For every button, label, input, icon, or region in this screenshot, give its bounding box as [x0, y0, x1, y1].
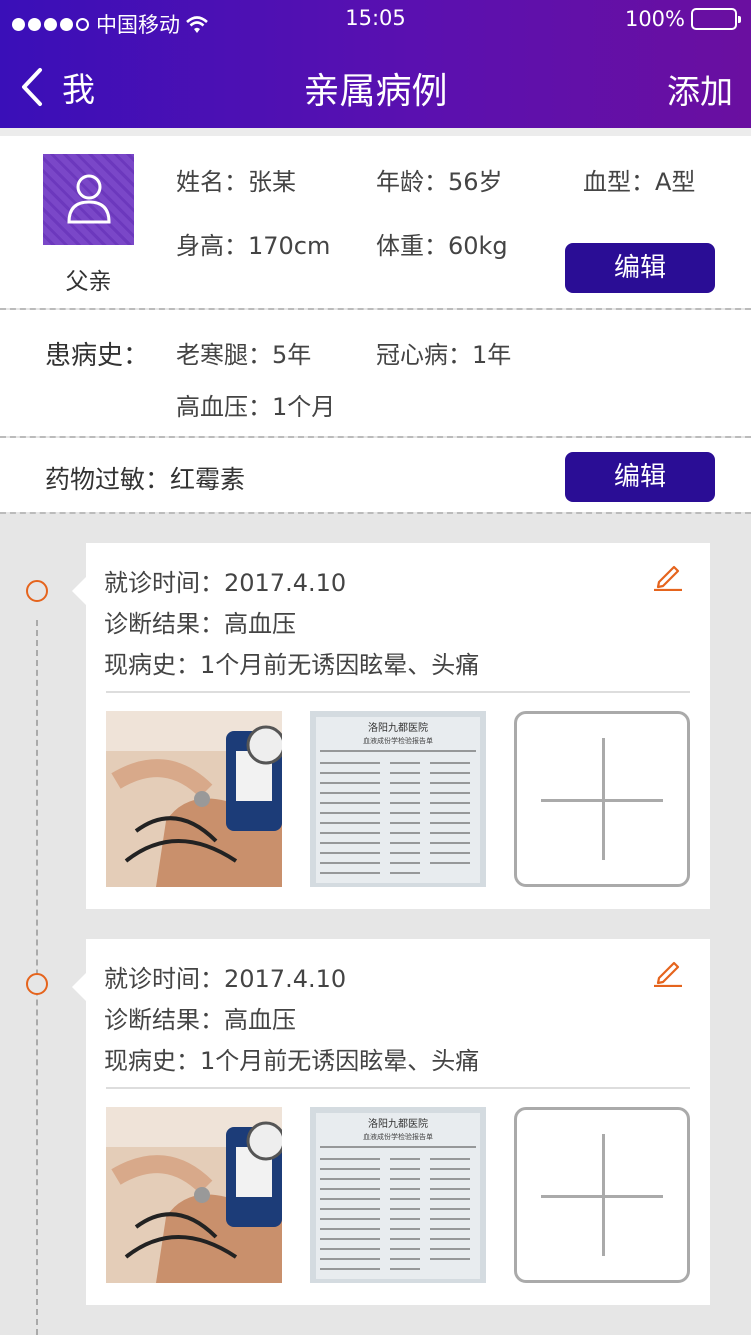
lab-report-photo[interactable]: 洛阳九都医院 血液成份学检验报告单 — [310, 1107, 486, 1283]
weight-field: 体重：60kg — [376, 232, 508, 260]
divider — [0, 512, 751, 514]
user-icon — [67, 174, 111, 224]
history-label: 患病史： — [45, 341, 150, 371]
age-field: 年龄：56岁 — [376, 168, 503, 196]
avatar[interactable] — [43, 154, 134, 245]
visit-time: 就诊时间：2017.4.10 — [104, 965, 347, 993]
timeline-node — [26, 580, 48, 602]
edit-allergy-button[interactable]: 编辑 — [565, 452, 715, 502]
timeline-node — [26, 973, 48, 995]
add-button[interactable]: 添加 — [667, 65, 733, 113]
battery-percent: 100% — [624, 7, 685, 31]
add-photo-button[interactable] — [514, 1107, 690, 1283]
add-photo-button[interactable] — [514, 711, 690, 887]
report-title: 血液成份学检验报告单 — [363, 1132, 433, 1141]
visit-time: 就诊时间：2017.4.10 — [104, 569, 347, 597]
edit-record-icon[interactable] — [652, 561, 684, 591]
history-item: 高血压：1个月 — [176, 393, 336, 421]
height-field: 身高：170cm — [176, 232, 331, 260]
name-field: 姓名：张某 — [176, 168, 296, 196]
card-divider — [106, 1087, 690, 1089]
allergy-section: 药物过敏：红霉素 编辑 — [0, 438, 751, 512]
edit-profile-button[interactable]: 编辑 — [565, 243, 715, 293]
present-illness: 现病史：1个月前无诱因眩晕、头痛 — [104, 1047, 480, 1075]
medical-record-card[interactable]: 就诊时间：2017.4.10 诊断结果：高血压 现病史：1个月前无诱因眩晕、头痛… — [72, 939, 710, 1305]
diagnosis: 诊断结果：高血压 — [104, 610, 296, 638]
profile-card: 父亲 姓名：张某 年龄：56岁 血型：A型 身高：170cm 体重：60kg 编… — [0, 128, 751, 308]
report-hospital-name: 洛阳九都医院 — [368, 721, 428, 734]
battery-status: 100% — [624, 7, 741, 31]
blood-type-field: 血型：A型 — [583, 168, 696, 196]
blood-pressure-photo[interactable] — [106, 1107, 282, 1283]
history-item: 老寒腿：5年 — [176, 341, 312, 369]
report-hospital-name: 洛阳九都医院 — [368, 1117, 428, 1130]
report-title: 血液成份学检验报告单 — [363, 736, 433, 745]
blood-pressure-photo[interactable] — [106, 711, 282, 887]
battery-icon — [691, 8, 741, 30]
medical-record-card[interactable]: 就诊时间：2017.4.10 诊断结果：高血压 现病史：1个月前无诱因眩晕、头痛… — [72, 543, 710, 909]
medical-history-section: 患病史： 老寒腿：5年 冠心病：1年 高血压：1个月 — [0, 310, 751, 436]
diagnosis: 诊断结果：高血压 — [104, 1006, 296, 1034]
nav-bar: 我 亲属病例 添加 — [0, 38, 751, 128]
edit-record-icon[interactable] — [652, 957, 684, 987]
app-header: 中国移动 15:05 100% 我 亲属病例 添加 — [0, 0, 751, 128]
page-title: 亲属病例 — [303, 71, 448, 112]
relation-label: 父亲 — [65, 269, 112, 295]
present-illness: 现病史：1个月前无诱因眩晕、头痛 — [104, 651, 480, 679]
history-item: 冠心病：1年 — [376, 341, 512, 369]
card-divider — [106, 691, 690, 693]
allergy-text: 药物过敏：红霉素 — [45, 465, 246, 494]
lab-report-photo[interactable]: 洛阳九都医院 血液成份学检验报告单 — [310, 711, 486, 887]
status-bar: 中国移动 15:05 100% — [0, 0, 751, 38]
